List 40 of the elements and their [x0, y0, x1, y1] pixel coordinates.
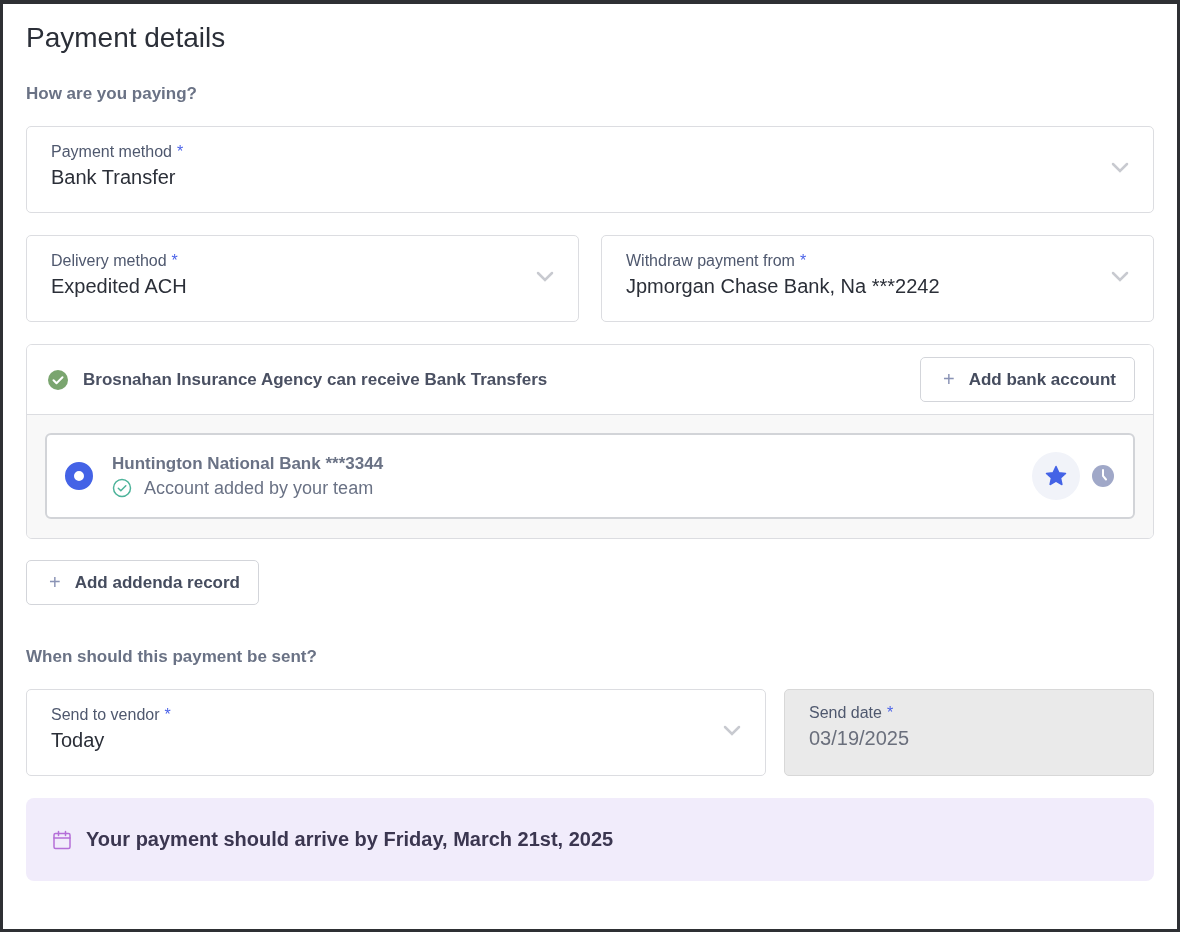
chevron-down-icon[interactable] — [1111, 161, 1129, 173]
arrival-message: Your payment should arrive by Friday, March 21st, 2025 — [86, 828, 614, 851]
required-mark: * — [886, 704, 894, 722]
chevron-down-icon[interactable] — [723, 724, 741, 736]
radio-button[interactable] — [65, 462, 93, 490]
clock-icon[interactable] — [1091, 464, 1115, 488]
field-label: Send to vendor — [51, 706, 160, 724]
chevron-down-icon[interactable] — [536, 270, 554, 282]
chevron-down-icon[interactable] — [1111, 270, 1129, 282]
field-label: Withdraw payment from — [626, 252, 795, 270]
field-label: Payment method — [51, 143, 172, 161]
required-mark: * — [171, 252, 178, 270]
field-value: 03/19/2025 — [809, 727, 911, 750]
check-circle-icon — [47, 368, 69, 391]
account-note: Account added by your team — [144, 477, 374, 499]
required-mark: * — [176, 143, 184, 161]
check-circle-icon — [112, 478, 132, 498]
section-heading: How are you paying? — [26, 84, 198, 104]
field-value: Expedited ACH — [51, 275, 188, 298]
star-icon — [1044, 464, 1068, 488]
select-field[interactable]: Payment method * Bank Transfer — [26, 126, 1154, 213]
add-bank-account-button[interactable]: + Add bank account — [919, 357, 1135, 402]
select-field[interactable]: Send to vendor * Today — [26, 689, 766, 776]
required-mark: * — [799, 252, 807, 270]
field-label: Delivery method — [51, 252, 167, 270]
account-name: Huntington National Bank ***3344 — [112, 453, 385, 474]
page-title: Payment details — [26, 22, 227, 54]
field-label: Send date — [809, 704, 882, 722]
calendar-icon — [52, 829, 72, 850]
bank-account-option[interactable]: Huntington National Bank ***3344 Account added by your team — [45, 433, 1135, 519]
section-heading: When should this payment be sent? — [26, 647, 318, 667]
field-value: Bank Transfer — [51, 166, 177, 189]
recipient-message: Brosnahan Insurance Agency can receive Bank Transfers — [83, 369, 549, 390]
field-value: Jpmorgan Chase Bank, Na ***2242 — [626, 275, 941, 298]
add-addenda-record-button[interactable]: + Add addenda record — [26, 560, 259, 605]
field-value: Today — [51, 729, 106, 752]
select-field[interactable]: Withdraw payment from * Jpmorgan Chase Bank, Na ***2242 — [601, 235, 1154, 322]
select-field[interactable]: Delivery method * Expedited ACH — [26, 235, 579, 322]
required-mark: * — [164, 706, 171, 724]
favorite-button[interactable] — [1032, 452, 1080, 500]
